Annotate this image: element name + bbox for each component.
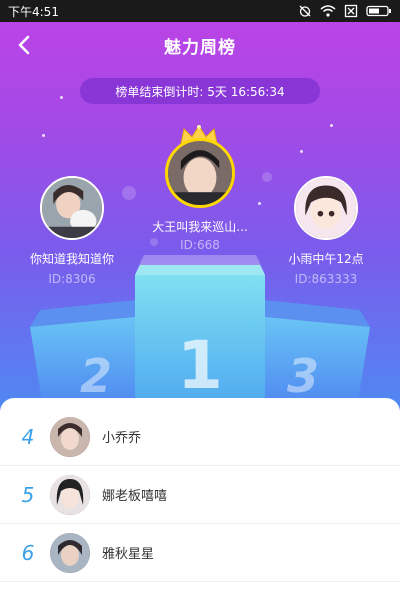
list-item[interactable]: 4 小乔乔	[0, 408, 400, 466]
top1-avatar[interactable]	[165, 138, 235, 208]
list-item-name: 小乔乔	[102, 431, 142, 446]
list-item[interactable]: 6 雅秋星星	[0, 524, 400, 582]
top3-id: ID:863333	[294, 272, 358, 286]
battery-icon	[366, 5, 391, 17]
status-bar: 下午4:51	[0, 0, 400, 22]
wifi-icon	[320, 5, 336, 17]
sim-off-icon	[344, 4, 358, 18]
rank-number: 6	[21, 540, 35, 565]
back-arrow-icon[interactable]	[14, 34, 36, 56]
top1-id: ID:668	[180, 238, 220, 252]
rank-number: 5	[21, 482, 35, 507]
bubble	[122, 186, 136, 200]
podium-label-3: 3	[287, 349, 319, 403]
avatar	[50, 416, 90, 457]
rank-number: 4	[21, 424, 35, 449]
top3-avatar[interactable]	[294, 176, 358, 240]
countdown-text: 榜单结束倒计时: 5天 16:56:34	[115, 84, 285, 99]
sparkle	[258, 202, 261, 205]
top2-name[interactable]: 你知道我知道你	[12, 250, 132, 267]
podium-center-top	[135, 265, 265, 275]
alarm-off-icon	[299, 5, 311, 17]
sparkle	[42, 134, 45, 137]
nav-bar: 魅力周榜	[0, 22, 400, 68]
avatar	[50, 532, 90, 573]
sparkle	[60, 96, 63, 99]
podium-label-2: 2	[80, 349, 112, 403]
sparkle	[330, 124, 333, 127]
list-item[interactable]: 5 娜老板嘻嘻	[0, 466, 400, 524]
list-item-name: 雅秋星星	[102, 547, 155, 562]
page-title: 魅力周榜	[164, 37, 236, 58]
top2-id: ID:8306	[48, 272, 96, 286]
sparkle	[300, 150, 303, 153]
bubble	[262, 172, 272, 182]
status-time: 下午4:51	[8, 4, 59, 19]
top3-name[interactable]: 小雨中午12点	[266, 250, 386, 267]
list-item-name: 娜老板嘻嘻	[102, 489, 168, 504]
top2-avatar[interactable]	[40, 176, 104, 240]
countdown-badge: 榜单结束倒计时: 5天 16:56:34	[80, 78, 320, 104]
top1-name[interactable]: 大王叫我来巡山...	[120, 218, 280, 235]
ranking-list: 4 小乔乔 5 娜老板嘻嘻 6 雅秋星星	[0, 398, 400, 600]
avatar	[50, 474, 90, 515]
podium-label-1: 1	[177, 327, 223, 404]
